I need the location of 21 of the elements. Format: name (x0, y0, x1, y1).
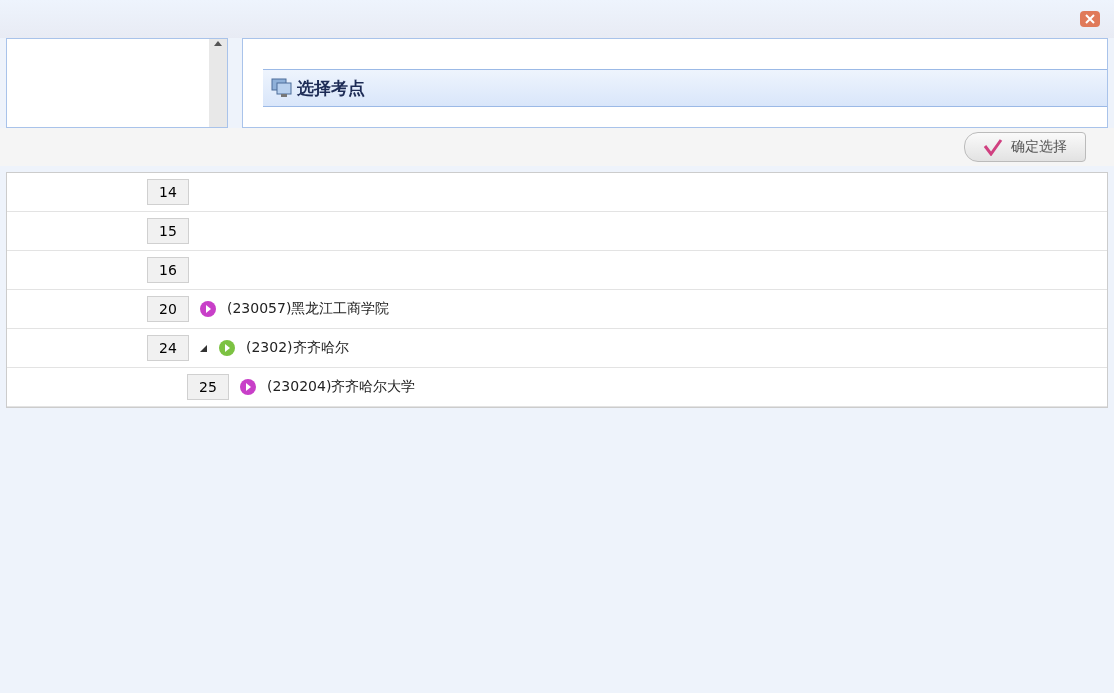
row-number: 15 (147, 218, 189, 244)
checkmark-icon (983, 138, 1003, 156)
scroll-up-arrow-icon[interactable] (213, 39, 223, 47)
row-number: 20 (147, 296, 189, 322)
tree-item[interactable]: (230057)黑龙江工商学院 (227, 300, 390, 318)
close-button[interactable] (1080, 11, 1100, 27)
close-icon (1085, 14, 1095, 24)
scrollbar[interactable] (209, 39, 227, 127)
tree-item[interactable]: (230204)齐齐哈尔大学 (267, 378, 416, 396)
play-icon (199, 300, 217, 318)
panel-title: 选择考点 (297, 76, 365, 100)
expander-icon[interactable] (199, 343, 208, 353)
row-number: 25 (187, 374, 229, 400)
monitor-icon (271, 78, 293, 98)
confirm-button[interactable]: 确定选择 (964, 132, 1086, 162)
tree-item[interactable]: (2302)齐齐哈尔 (246, 339, 349, 357)
play-icon (239, 378, 257, 396)
play-icon (218, 339, 236, 357)
row-number: 16 (147, 257, 189, 283)
row-number: 14 (147, 179, 189, 205)
row-number: 24 (147, 335, 189, 361)
